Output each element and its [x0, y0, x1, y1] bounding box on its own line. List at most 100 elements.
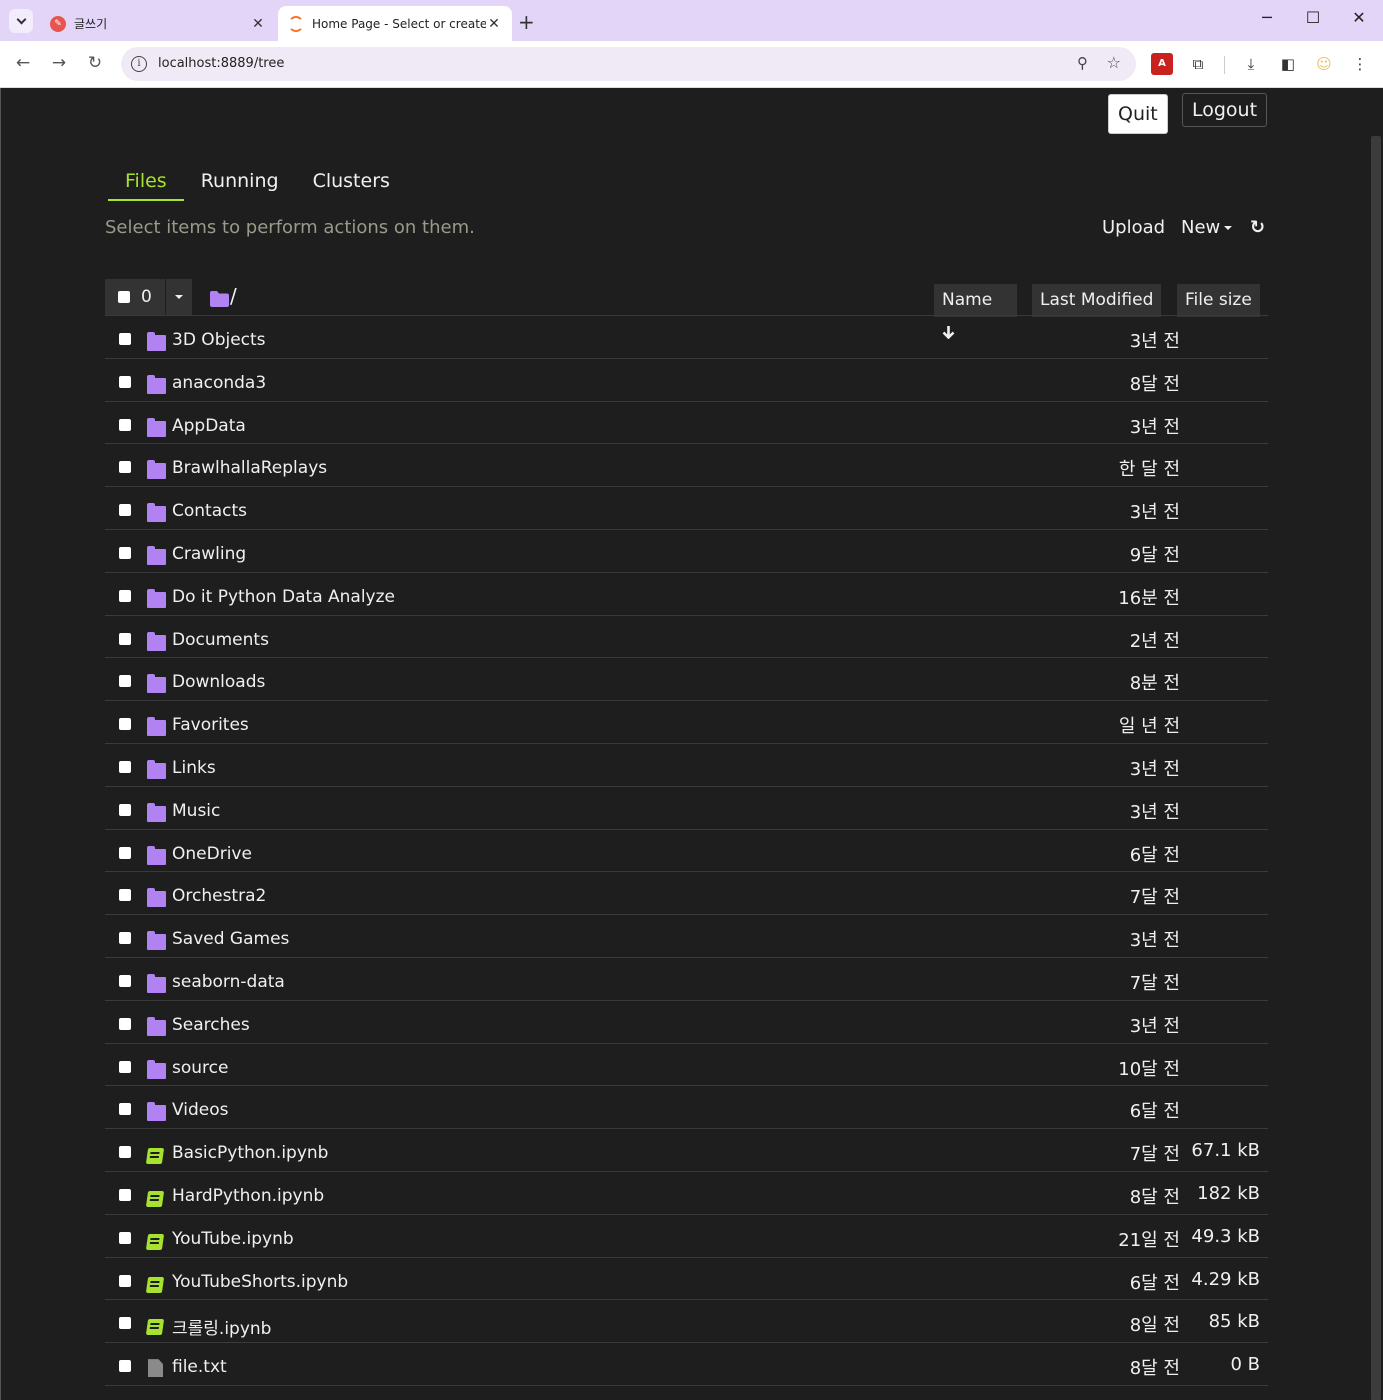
item-name-link[interactable]: Orchestra2 [172, 886, 266, 906]
item-checkbox[interactable] [119, 1317, 131, 1330]
item-checkbox[interactable] [119, 974, 131, 987]
page-scrollbar[interactable] [1371, 136, 1381, 1400]
list-item[interactable]: OneDrive 6달 전 [105, 830, 1268, 873]
item-checkbox[interactable] [119, 1274, 131, 1287]
item-name-link[interactable]: Videos [172, 1100, 229, 1120]
list-item[interactable]: Contacts 3년 전 [105, 487, 1268, 530]
sort-by-file-size-button[interactable]: File size [1177, 284, 1260, 317]
item-name-link[interactable]: BrawlhallaReplays [172, 458, 327, 478]
list-item[interactable]: Searches 3년 전 [105, 1001, 1268, 1044]
folder-home-icon[interactable] [209, 290, 230, 308]
item-name-link[interactable]: Crawling [172, 544, 246, 564]
item-checkbox[interactable] [119, 504, 131, 517]
item-name-link[interactable]: Do it Python Data Analyze [172, 587, 395, 607]
bookmark-star-icon[interactable]: ☆ [1107, 53, 1121, 72]
item-checkbox[interactable] [119, 1146, 131, 1159]
tab-files[interactable]: Files [108, 168, 184, 201]
item-name-link[interactable]: YouTubeShorts.ipynb [172, 1272, 348, 1292]
list-item[interactable]: Favorites 일 년 전 [105, 701, 1268, 744]
list-item[interactable]: seaborn-data 7달 전 [105, 958, 1268, 1001]
item-checkbox[interactable] [119, 1360, 131, 1373]
item-checkbox[interactable] [119, 1017, 131, 1030]
tab-running[interactable]: Running [184, 168, 296, 201]
item-checkbox[interactable] [119, 546, 131, 559]
item-name-link[interactable]: Links [172, 758, 216, 778]
item-name-link[interactable]: Favorites [172, 715, 249, 735]
logout-button[interactable]: Logout [1182, 93, 1268, 127]
download-icon[interactable]: ⤓ [1240, 53, 1262, 75]
reload-icon[interactable]: ↻ [83, 51, 107, 75]
item-name-link[interactable]: OneDrive [172, 844, 252, 864]
sort-by-name-button[interactable]: Name [934, 284, 1017, 340]
breadcrumb-root[interactable]: / [230, 284, 237, 308]
profile-avatar-icon[interactable]: ☺ [1313, 53, 1335, 75]
item-name-link[interactable]: Documents [172, 630, 269, 650]
item-name-link[interactable]: anaconda3 [172, 373, 266, 393]
item-checkbox[interactable] [119, 760, 131, 773]
list-item[interactable]: YouTubeShorts.ipynb 6달 전 4.29 kB [105, 1258, 1268, 1301]
list-item[interactable]: source 10달 전 [105, 1044, 1268, 1087]
back-arrow-icon[interactable]: ← [11, 51, 35, 75]
item-name-link[interactable]: source [172, 1058, 228, 1078]
tab-close-icon[interactable]: ✕ [250, 16, 266, 32]
item-checkbox[interactable] [119, 461, 131, 474]
item-checkbox[interactable] [119, 675, 131, 688]
item-checkbox[interactable] [119, 1188, 131, 1201]
item-name-link[interactable]: Saved Games [172, 929, 289, 949]
item-checkbox[interactable] [119, 846, 131, 859]
list-item[interactable]: anaconda3 8달 전 [105, 359, 1268, 402]
item-name-link[interactable]: seaborn-data [172, 972, 285, 992]
select-all-checkbox[interactable] [118, 291, 130, 303]
upload-button[interactable]: Upload [1102, 217, 1165, 238]
item-checkbox[interactable] [119, 932, 131, 945]
list-item[interactable]: file.txt 8달 전 0 B [105, 1343, 1268, 1386]
list-item[interactable]: BasicPython.ipynb 7달 전 67.1 kB [105, 1129, 1268, 1172]
list-item[interactable]: 크롤링.ipynb 8일 전 85 kB [105, 1300, 1268, 1344]
item-checkbox[interactable] [119, 632, 131, 645]
item-checkbox[interactable] [119, 589, 131, 602]
item-checkbox[interactable] [119, 333, 131, 345]
item-name-link[interactable]: HardPython.ipynb [172, 1186, 324, 1206]
window-close-button[interactable]: ✕ [1344, 8, 1374, 27]
tab-clusters[interactable]: Clusters [296, 168, 407, 201]
list-item[interactable]: Downloads 8분 전 [105, 658, 1268, 702]
item-checkbox[interactable] [119, 889, 131, 902]
address-bar[interactable]: i localhost:8889/tree ⚲ ☆ [121, 47, 1136, 81]
forward-arrow-icon[interactable]: → [47, 51, 71, 75]
list-item[interactable]: Videos 6달 전 [105, 1086, 1268, 1130]
item-name-link[interactable]: Music [172, 801, 220, 821]
item-name-link[interactable]: BasicPython.ipynb [172, 1143, 328, 1163]
pdf-extension-icon[interactable]: A [1151, 53, 1173, 75]
list-item[interactable]: Music 3년 전 [105, 787, 1268, 830]
item-checkbox[interactable] [119, 418, 131, 431]
new-tab-button[interactable]: + [518, 10, 535, 34]
item-name-link[interactable]: Searches [172, 1015, 250, 1035]
item-checkbox[interactable] [119, 1231, 131, 1244]
list-item[interactable]: Documents 2년 전 [105, 616, 1268, 659]
maximize-button[interactable]: ☐ [1298, 8, 1328, 27]
list-item[interactable]: Orchestra2 7달 전 [105, 872, 1268, 916]
zoom-icon[interactable]: ⚲ [1077, 54, 1088, 72]
site-info-icon[interactable]: i [131, 56, 147, 72]
list-item[interactable]: BrawlhallaReplays 한 달 전 [105, 444, 1268, 488]
refresh-icon[interactable]: ↻ [1250, 217, 1265, 238]
item-name-link[interactable]: 3D Objects [172, 330, 266, 350]
item-name-link[interactable]: 크롤링.ipynb [172, 1314, 271, 1339]
quit-button[interactable]: Quit [1108, 94, 1168, 134]
tab-close-icon[interactable]: ✕ [486, 16, 502, 32]
url-text[interactable]: localhost:8889/tree [158, 56, 284, 71]
item-checkbox[interactable] [119, 803, 131, 816]
item-checkbox[interactable] [119, 718, 131, 731]
item-name-link[interactable]: Contacts [172, 501, 247, 521]
extensions-puzzle-icon[interactable]: ⧉ [1187, 53, 1209, 75]
list-item[interactable]: Crawling 9달 전 [105, 530, 1268, 573]
sort-by-last-modified-button[interactable]: Last Modified [1032, 284, 1162, 317]
select-menu-dropdown[interactable] [166, 279, 192, 315]
side-panel-icon[interactable]: ◧ [1277, 53, 1299, 75]
list-item[interactable]: AppData 3년 전 [105, 402, 1268, 445]
tab-search-button[interactable] [9, 9, 33, 33]
list-item[interactable]: HardPython.ipynb 8달 전 182 kB [105, 1172, 1268, 1215]
list-item[interactable]: 3D Objects 3년 전 [105, 316, 1268, 359]
list-item[interactable]: Links 3년 전 [105, 744, 1268, 787]
browser-menu-icon[interactable]: ⋮ [1349, 53, 1371, 75]
